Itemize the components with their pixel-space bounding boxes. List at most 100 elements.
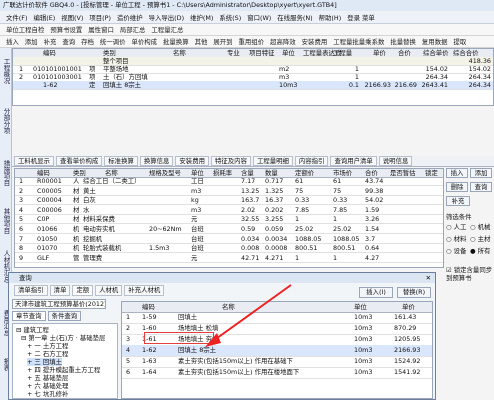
quantity-summary-button[interactable]: 工程量汇总 [151, 25, 183, 34]
tab-quota[interactable]: 定额 [72, 285, 94, 296]
tab-items[interactable]: 分部分项 [1, 108, 11, 134]
tree-node[interactable]: ⊟ 第一章 土(石)方 · 基础垫层 [21, 334, 105, 342]
filter-machine[interactable]: ○ 机械 [470, 222, 490, 231]
menu-cost[interactable]: 造价维护 [117, 13, 143, 22]
tab-content-guide[interactable]: 内容指引 [294, 156, 329, 166]
expand-tool[interactable]: 展开到 [213, 37, 232, 46]
super-height-tool[interactable]: 超高降效 [270, 37, 296, 46]
filter-device[interactable]: ○ 设备 [446, 246, 466, 255]
menu-help[interactable]: 帮助(H) [319, 13, 342, 22]
price-adjust-tool[interactable]: 统一调价 [100, 37, 126, 46]
library-select[interactable]: 天津市建筑工程预算基价(2012) [12, 299, 106, 309]
tree-node[interactable]: + 二 石方工程 [27, 350, 68, 358]
menu-import[interactable]: 导入导出(D) [149, 13, 184, 22]
material-cell: 43.74 [365, 177, 384, 185]
condition-search-tab[interactable]: 条件查询 [47, 311, 82, 321]
tree-node[interactable]: + 七 坑孔修补 [27, 390, 68, 398]
insert-dialog-button[interactable]: 插入(I) [359, 287, 393, 298]
tree-node[interactable]: ⊟ 建筑工程 [16, 326, 49, 334]
material-cell: 1 [333, 215, 338, 224]
delete-button[interactable]: 删除 [446, 182, 468, 192]
tab-quantity-detail[interactable]: 工程量明细 [252, 156, 293, 166]
tab-other[interactable]: 其他项目 [1, 208, 11, 234]
menu-project[interactable]: 项目(P) [89, 13, 111, 22]
replace-dialog-button[interactable]: 替换(R) [397, 287, 431, 298]
material-cell: 0.59 [241, 225, 256, 233]
close-icon[interactable]: ✕ [426, 273, 431, 283]
material-row[interactable]: 4 C00006 材水 m3 2.02 0.202 7.85 7.85 1.59 [15, 206, 443, 215]
tree-node[interactable]: + 六 基础处理 [27, 382, 68, 390]
archive-tool[interactable]: 存档 [81, 37, 94, 46]
material-row[interactable]: 9 GLF 管管理费 元 42.71 4.271 1 1 4.27 [15, 254, 443, 263]
batch-convert-tool[interactable]: 批量换算 [163, 37, 189, 46]
query-tool[interactable]: 查询 [62, 37, 75, 46]
quota-row[interactable]: 6 1-64 素土夯实(包括150m以上) 作用在楼地面下 10m3 1541.92 [122, 367, 432, 379]
filter-all[interactable]: ● 所有 [470, 246, 490, 255]
add-button[interactable]: 添加 [470, 168, 492, 178]
tab-material-display[interactable]: 工料机显示 [14, 156, 54, 166]
material-row[interactable]: 6 01066 机电动夯实机 20~62Nm 台班 0.59 0.059 25.02 25.02… [15, 225, 443, 234]
material-row[interactable]: 3 C00004 材白灰 kg 163.7 16.37 0.33 0.33 54.02 [15, 196, 443, 206]
tab-overview[interactable]: 工程概况 [1, 58, 11, 84]
insert-tool[interactable]: 插入 [6, 37, 19, 46]
reuse-tool[interactable]: 重用组价 [239, 37, 265, 46]
material-row[interactable]: 5 C0P 材材料采保费 元 32.55 3.255 1 1 3.26 [15, 215, 443, 225]
reuse-data-tool[interactable]: 复用数据 [422, 37, 448, 46]
tab-list[interactable]: 清单 [49, 285, 71, 296]
menu-system[interactable]: 系统(S) [219, 13, 241, 22]
query-button[interactable]: 查询 [470, 182, 492, 192]
material-cell: 4.27 [365, 253, 380, 262]
insert-button[interactable]: 插入 [446, 168, 468, 178]
tab-measures[interactable]: 措施项目 [1, 160, 11, 186]
menu-window[interactable]: 窗口(W) [247, 13, 271, 22]
menu-online[interactable]: 在线服务(N) [277, 13, 312, 22]
tab-features[interactable]: 特征及内容 [210, 156, 251, 166]
menu-view[interactable]: 视图(V) [61, 13, 83, 22]
other-tool[interactable]: 其他 [195, 37, 208, 46]
batch-replace-tool[interactable]: 批量替换 [390, 37, 416, 46]
menu-file[interactable]: 文件(F) [6, 13, 27, 22]
material-cell: 1 [333, 253, 338, 262]
table-row-selected[interactable]: 1-62 定 回填土 8宗土 10m3 0.1 2166.93 216.69 2… [13, 81, 493, 90]
filter-main[interactable]: ○ 主材 [470, 234, 490, 243]
install-fee-tool[interactable]: 安装费用 [302, 37, 328, 46]
quantity-coef-tool[interactable]: 工程量批量乘系数 [333, 37, 384, 46]
partial-summary-button[interactable]: 局部汇总 [120, 25, 146, 34]
tab-notes[interactable]: 说明信息 [378, 156, 413, 166]
material-cell: 1.59 [365, 205, 380, 214]
tab-install-fee[interactable]: 安装费用 [175, 156, 209, 166]
tab-unit-price[interactable]: 查看单价构成 [55, 156, 103, 166]
material-cell: m3 [191, 186, 202, 195]
budget-settings-button[interactable]: 预算书设置 [50, 25, 82, 34]
tab-standard-convert[interactable]: 标准换算 [104, 156, 138, 166]
filter-material[interactable]: ○ 材料 [446, 234, 466, 243]
tree-node[interactable]: + 四 提升模起重土方工程 [27, 366, 100, 374]
menu-login[interactable]: 登录 菜单 [347, 13, 375, 22]
material-row[interactable]: 1 R00001 人综合工日（二类工） 工日 7.17 0.717 61 61 43.74 [15, 177, 443, 186]
add-tool[interactable]: 添加 [25, 37, 38, 46]
tree-node[interactable]: + 五 基础垫层 [27, 374, 68, 382]
material-cell: 机 [73, 225, 80, 233]
col-name: 名称 [105, 169, 118, 177]
chapter-search-tab[interactable]: 章节查询 [12, 311, 46, 321]
menu-edit[interactable]: 编辑(E) [33, 13, 55, 22]
tab-material[interactable]: 人材机 [95, 285, 123, 296]
unit-price-tool[interactable]: 单价构成 [131, 37, 157, 46]
supplement-button[interactable]: 补充 [446, 196, 470, 206]
row-num: 1 [19, 65, 24, 73]
property-window-button[interactable]: 属性窗口 [88, 25, 114, 34]
supplement-tool[interactable]: 补充 [44, 37, 57, 46]
tree-node-selected[interactable]: + 三 回填土 [27, 358, 62, 366]
menu-maintain[interactable]: 维护(M) [190, 13, 213, 22]
material-row[interactable]: 2 C00005 材黄土 m3 13.25 1.325 75 75 99.38 [15, 187, 443, 196]
material-row[interactable]: 7 01050 机挖掘机 台班 0.034 0.0034 1088.05 1088.05 3.7 [15, 235, 443, 244]
material-row[interactable]: 8 01070 机轮胎式装载机 1.5m3 台班 0.008 0.0008 800.51 800… [15, 244, 443, 254]
extract-tool[interactable]: 提取 [453, 37, 466, 46]
sync-checkbox[interactable]: ☑ 锁定含量同步到预算书 [446, 266, 494, 282]
tab-list-guide[interactable]: 清单指引 [14, 285, 48, 296]
tree-node[interactable]: + 一 土方工程 [27, 342, 68, 350]
tab-user-list[interactable]: 查询用户清单 [330, 156, 377, 166]
self-check-button[interactable]: 单位工程自检 [6, 25, 44, 34]
tab-convert-info[interactable]: 换算信息 [139, 156, 174, 166]
filter-labor[interactable]: ○ 人工 [446, 222, 466, 231]
